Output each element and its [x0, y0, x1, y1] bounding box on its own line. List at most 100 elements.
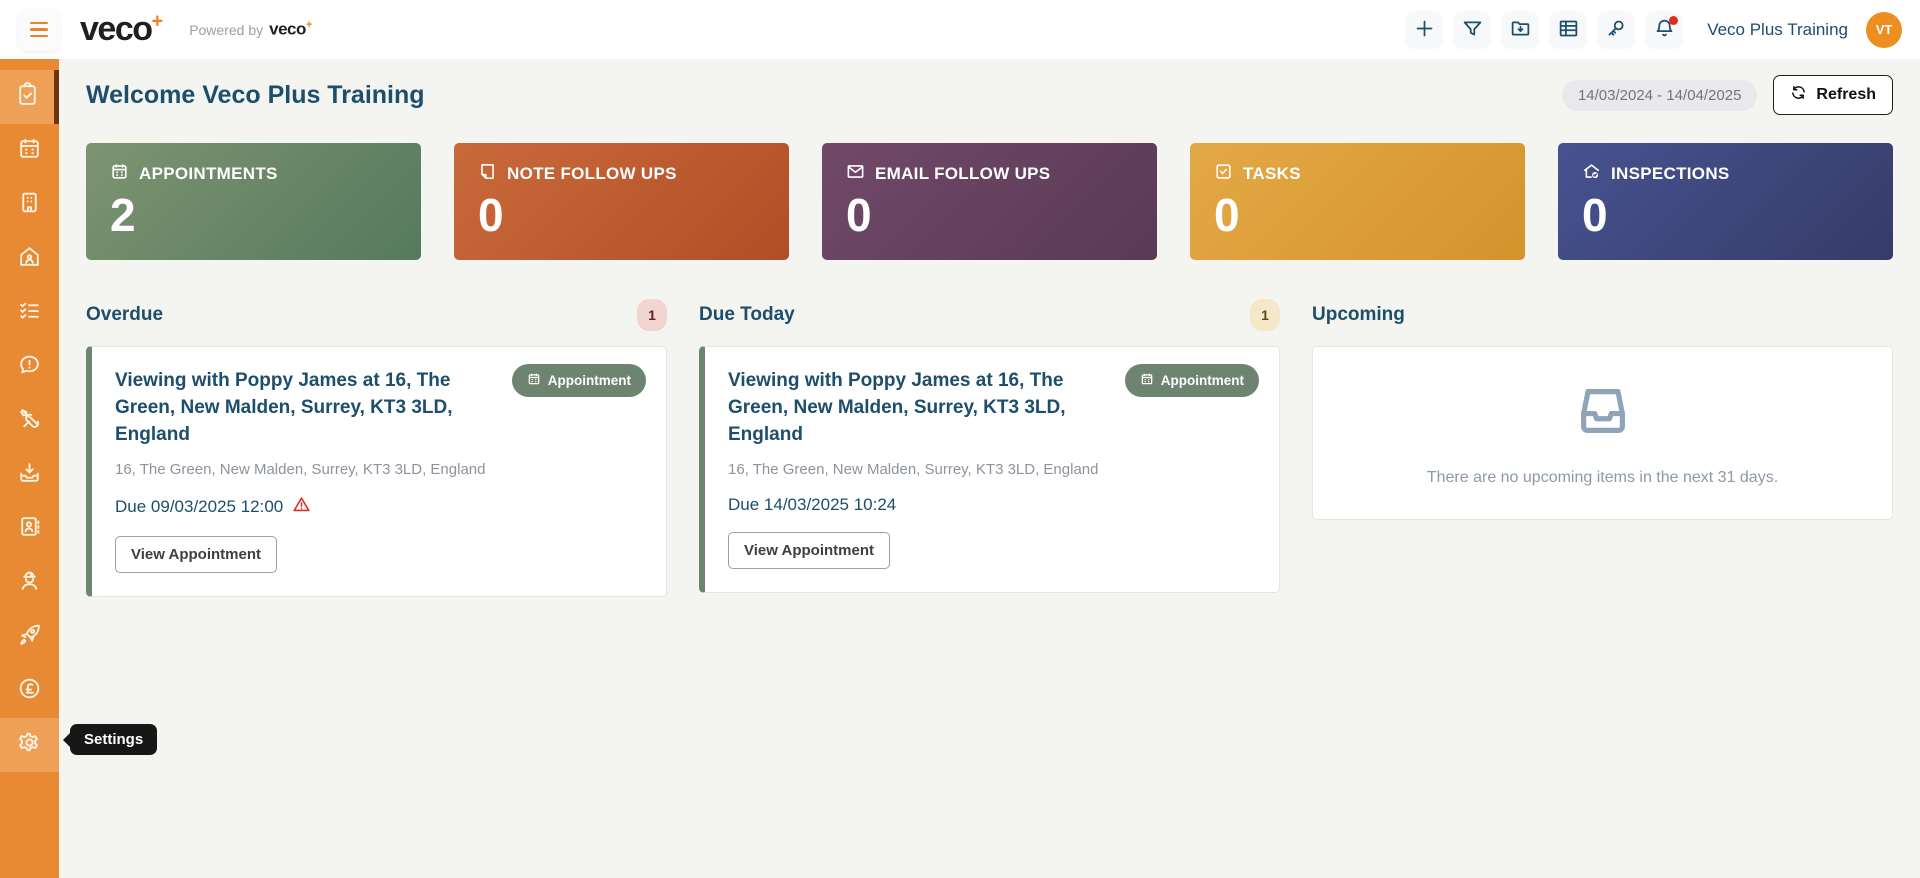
- key-icon: [1606, 18, 1627, 42]
- stat-label: TASKS: [1243, 164, 1301, 183]
- worker-icon: [17, 568, 42, 598]
- veco-logo-plus-icon: +: [151, 10, 164, 33]
- house-check-icon: [1582, 162, 1601, 186]
- sidebar-item-finance[interactable]: [0, 664, 59, 718]
- calendar-icon: [527, 372, 541, 389]
- stat-card-appointments[interactable]: APPOINTMENTS 2: [86, 143, 421, 260]
- rocket-icon: [17, 622, 42, 652]
- gear-icon: [17, 730, 42, 760]
- inbox-icon: [1572, 380, 1634, 447]
- download-tray-icon: [17, 460, 42, 490]
- sidebar-item-maintenance[interactable]: [0, 394, 59, 448]
- sidebar-item-enquiries[interactable]: [0, 340, 59, 394]
- envelope-icon: [846, 162, 865, 186]
- house-person-icon: [17, 244, 42, 274]
- powered-by-text: Powered by: [189, 21, 264, 38]
- stat-card-email-follow-ups[interactable]: EMAIL FOLLOW UPS 0: [822, 143, 1157, 260]
- sidebar-nav: [0, 59, 59, 878]
- clipboard-check-icon: [15, 82, 40, 112]
- view-appointment-button[interactable]: View Appointment: [728, 531, 891, 569]
- notifications-button[interactable]: [1645, 10, 1684, 49]
- stat-value: 0: [478, 189, 504, 241]
- stat-card-tasks[interactable]: TASKS 0: [1190, 143, 1525, 260]
- sidebar-item-lettings[interactable]: [0, 232, 59, 286]
- pound-circle-icon: [17, 676, 42, 706]
- settings-tooltip: Settings: [70, 724, 158, 755]
- due-today-column: Due Today 1 Viewing with Poppy James at …: [699, 298, 1280, 597]
- stat-value: 2: [110, 189, 136, 241]
- title-row: Welcome Veco Plus Training 14/03/2024 - …: [86, 73, 1893, 117]
- stat-label: EMAIL FOLLOW UPS: [875, 164, 1051, 183]
- sidebar-item-contacts[interactable]: [0, 502, 59, 556]
- table-button[interactable]: [1549, 10, 1588, 49]
- sidebar-item-properties[interactable]: [0, 178, 59, 232]
- avatar[interactable]: VT: [1866, 11, 1902, 48]
- refresh-button[interactable]: Refresh: [1773, 75, 1893, 115]
- stat-label: INSPECTIONS: [1611, 164, 1730, 183]
- hamburger-menu-button[interactable]: [18, 8, 60, 51]
- date-range-pill: 14/03/2024 - 14/04/2025: [1561, 79, 1758, 111]
- folder-export-button[interactable]: [1501, 10, 1540, 49]
- task-check-icon: [1214, 162, 1233, 186]
- stat-card-inspections[interactable]: INSPECTIONS 0: [1558, 143, 1893, 260]
- sidebar-item-dashboard[interactable]: [0, 70, 59, 124]
- view-appointment-button[interactable]: View Appointment: [115, 535, 278, 573]
- sidebar-item-tasks[interactable]: [0, 286, 59, 340]
- plus-icon: [1414, 18, 1435, 42]
- calendar-icon: [17, 136, 42, 166]
- key-button[interactable]: [1597, 10, 1636, 49]
- folder-export-icon: [1510, 18, 1531, 42]
- overdue-appointment-card: Viewing with Poppy James at 16, The Gree…: [86, 346, 667, 597]
- title-actions: 14/03/2024 - 14/04/2025 Refresh: [1561, 75, 1893, 115]
- sidebar-item-marketing[interactable]: [0, 610, 59, 664]
- upcoming-column: Upcoming There are no upcoming items in …: [1312, 298, 1893, 597]
- appointment-due: Due 14/03/2025 10:24: [728, 494, 897, 514]
- overdue-heading: Overdue: [86, 304, 164, 325]
- notification-dot: [1669, 15, 1679, 25]
- powered-by-plus-icon: +: [305, 19, 312, 32]
- appointment-type-badge: Appointment: [1124, 364, 1259, 397]
- powered-by-veco-logo: veco+: [269, 19, 312, 39]
- add-button[interactable]: [1405, 10, 1444, 49]
- note-icon: [478, 162, 497, 186]
- contact-card-icon: [17, 514, 42, 544]
- upcoming-empty-text: There are no upcoming items in the next …: [1426, 468, 1779, 486]
- stat-label: APPOINTMENTS: [139, 164, 278, 183]
- table-icon: [1558, 18, 1579, 42]
- appointment-address: 16, The Green, New Malden, Surrey, KT3 3…: [728, 460, 1099, 478]
- overdue-column: Overdue 1 Viewing with Poppy James at 16…: [86, 298, 667, 597]
- stat-value: 0: [846, 189, 872, 241]
- sidebar-item-contractors[interactable]: [0, 556, 59, 610]
- due-today-appointment-card: Viewing with Poppy James at 16, The Gree…: [699, 346, 1280, 593]
- appointment-address: 16, The Green, New Malden, Surrey, KT3 3…: [115, 460, 486, 478]
- building-icon: [17, 190, 42, 220]
- user-name[interactable]: Veco Plus Training: [1707, 20, 1848, 40]
- header-actions: Veco Plus Training VT: [1405, 10, 1902, 49]
- sidebar-item-downloads[interactable]: [0, 448, 59, 502]
- stat-label: NOTE FOLLOW UPS: [507, 164, 677, 183]
- filter-icon: [1462, 18, 1483, 42]
- filter-button[interactable]: [1453, 10, 1492, 49]
- appointment-type-badge: Appointment: [511, 364, 646, 397]
- stat-card-note-follow-ups[interactable]: NOTE FOLLOW UPS 0: [454, 143, 789, 260]
- stat-value: 0: [1582, 189, 1608, 241]
- checklist-icon: [17, 298, 42, 328]
- sidebar-item-calendar[interactable]: [0, 124, 59, 178]
- upcoming-heading: Upcoming: [1312, 304, 1405, 325]
- overdue-count-badge: 1: [637, 299, 667, 331]
- sidebar-item-settings[interactable]: [0, 718, 59, 772]
- powered-by: Powered by veco+: [189, 19, 312, 40]
- stat-value: 0: [1214, 189, 1240, 241]
- veco-logo: veco+: [80, 10, 163, 49]
- refresh-icon: [1790, 84, 1807, 106]
- calendar-icon: [1140, 372, 1154, 389]
- upcoming-empty-card: There are no upcoming items in the next …: [1312, 346, 1893, 520]
- columns-row: Overdue 1 Viewing with Poppy James at 16…: [86, 298, 1893, 597]
- calendar-icon: [110, 162, 129, 186]
- veco-logo-text: veco: [80, 10, 153, 48]
- top-header: veco+ Powered by veco+ Veco Plus Trainin…: [0, 0, 1920, 59]
- main-content: Welcome Veco Plus Training 14/03/2024 - …: [59, 59, 1920, 597]
- appointment-due: Due 09/03/2025 12:00: [115, 495, 643, 519]
- tools-icon: [17, 406, 42, 436]
- warning-icon: [292, 495, 311, 519]
